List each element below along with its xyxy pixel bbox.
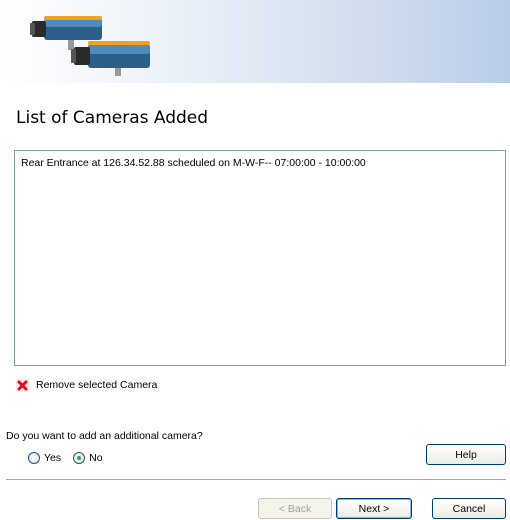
radio-yes[interactable]: Yes	[28, 452, 61, 464]
radio-yes-label: Yes	[44, 452, 62, 464]
remove-camera-label: Remove selected Camera	[36, 379, 158, 391]
footer-divider	[6, 479, 506, 481]
radio-yes-circle[interactable]	[28, 452, 40, 464]
next-button[interactable]: Next >	[336, 498, 412, 519]
radio-no-label: No	[89, 452, 103, 464]
header-banner	[0, 0, 510, 83]
radio-no-circle[interactable]	[73, 452, 86, 464]
security-cameras-icon	[30, 16, 150, 76]
back-button[interactable]: < Back	[258, 498, 332, 519]
camera-list[interactable]: Rear Entrance at 126.34.52.88 scheduled …	[14, 150, 506, 366]
remove-camera-button[interactable]: Remove selected Camera	[16, 378, 157, 392]
cancel-button[interactable]: Cancel	[432, 498, 506, 519]
page-title: List of Cameras Added	[16, 108, 209, 128]
add-camera-radio-group: Yes No	[28, 452, 115, 464]
radio-no[interactable]: No	[73, 452, 103, 464]
add-camera-question: Do you want to add an additional camera?	[6, 430, 203, 442]
list-item[interactable]: Rear Entrance at 126.34.52.88 scheduled …	[21, 157, 366, 169]
help-button[interactable]: Help	[426, 444, 506, 465]
red-x-icon	[16, 378, 29, 392]
